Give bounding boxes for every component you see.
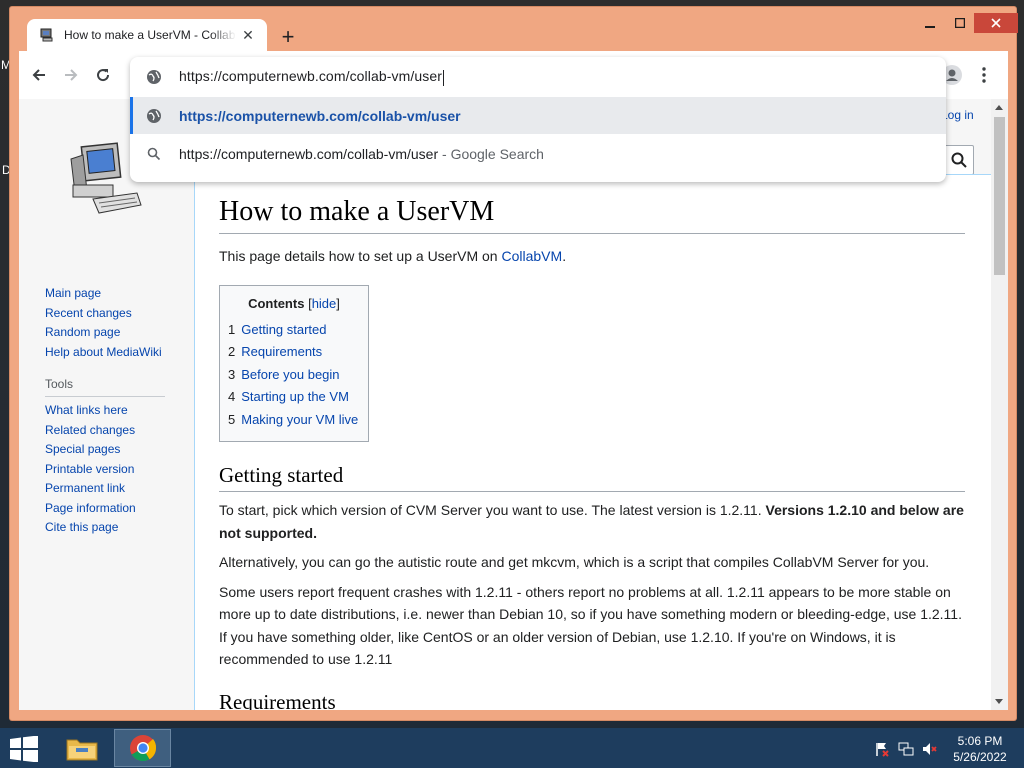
volume-muted-icon[interactable] [922,741,938,757]
back-button[interactable] [27,63,51,87]
forward-button[interactable] [59,63,83,87]
article-content: How to make a UserVM This page details h… [194,174,991,710]
collabvm-link[interactable]: CollabVM [501,248,562,264]
browser-tab[interactable]: How to make a UserVM - CollabVM ✕ [27,19,267,51]
network-icon[interactable] [898,741,914,757]
toc-item[interactable]: 3 Before you begin [228,367,340,382]
toc-item-number: 2 [228,344,236,359]
omnibox-suggestion-search[interactable]: https://computernewb.com/collab-vm/user … [130,135,946,172]
taskbar: 5:06 PM 5/26/2022 [0,728,1024,768]
section-heading: Getting started [219,462,965,492]
toc-item[interactable]: 1 Getting started [228,322,327,337]
address-input[interactable]: https://computernewb.com/collab-vm/user [179,68,445,86]
page-title: How to make a UserVM [219,195,965,234]
suggestion-engine: Google Search [450,145,544,162]
tab-strip: How to make a UserVM - CollabVM ✕ + [19,9,1018,51]
address-input-value: https://computernewb.com/collab-vm/user [179,68,443,85]
maximize-button[interactable] [945,13,975,33]
scroll-up-arrow-icon[interactable] [995,105,1003,110]
suggestion-text: https://computernewb.com/collab-vm/user … [179,146,544,162]
chrome-taskbar-icon[interactable] [114,729,171,767]
menu-kebab-icon[interactable] [972,63,996,87]
toc-item[interactable]: 4 Starting up the VM [228,389,349,404]
globe-icon [146,108,162,124]
close-tab-icon[interactable]: ✕ [240,27,256,43]
sidebar-link-main-page[interactable]: Main page [45,284,195,304]
browser-window: How to make a UserVM - CollabVM ✕ + Log … [10,7,1018,720]
section-heading: Requirements [219,689,965,710]
computer-favicon-icon [39,27,55,43]
section-getting-started: Getting started To start, pick which ver… [219,462,965,671]
toc-item-label: Making your VM live [241,412,359,427]
sidebar-link-help[interactable]: Help about MediaWiki [45,343,195,363]
toc-item[interactable]: 2 Requirements [228,344,322,359]
toc-item-number: 5 [228,412,236,427]
sidebar-link-random-page[interactable]: Random page [45,323,195,343]
omnibox-dropdown: https://computernewb.com/collab-vm/user … [130,57,946,182]
minimize-button[interactable] [915,13,945,33]
page-viewport: Log in ki Main page Recent [19,99,991,710]
sidebar-link-printable-version[interactable]: Printable version [45,460,195,480]
toc-item[interactable]: 5 Making your VM live [228,412,358,427]
suggestion-query: https://computernewb.com/collab-vm/user [179,145,439,162]
toc-item-number: 3 [228,367,236,382]
scroll-down-arrow-icon[interactable] [995,699,1003,704]
clock-time: 5:06 PM [957,734,1003,748]
file-explorer-icon[interactable] [53,729,110,767]
sidebar-link-recent-changes[interactable]: Recent changes [45,304,195,324]
section-requirements: Requirements [219,689,965,710]
sidebar-link-page-information[interactable]: Page information [45,499,195,519]
toc-header: Contents [hide] [248,296,340,311]
suggestion-separator: - [438,145,451,162]
vertical-scrollbar[interactable] [991,99,1008,710]
paragraph: Some users report frequent crashes with … [219,583,962,668]
suggestion-text: https://computernewb.com/collab-vm/user [179,107,461,124]
paragraph: Alternatively, you can go the autistic r… [219,554,930,570]
close-window-button[interactable] [974,13,1018,33]
toc-item-label: Requirements [241,344,323,359]
new-tab-button[interactable]: + [277,26,299,49]
reload-button[interactable] [91,63,115,87]
intro-text: This page details how to set up a UserVM… [219,248,502,264]
address-bar[interactable]: https://computernewb.com/collab-vm/user [130,57,946,97]
sidebar-link-related-changes[interactable]: Related changes [45,421,195,441]
search-icon[interactable] [950,151,968,169]
toc-item-number: 4 [228,389,236,404]
windows-start-icon[interactable] [9,735,39,763]
toc-item-number: 1 [228,322,236,337]
action-center-flag-icon[interactable] [874,741,890,757]
sidebar-link-what-links-here[interactable]: What links here [45,401,195,421]
omnibox-suggestion-url[interactable]: https://computernewb.com/collab-vm/user [130,97,946,134]
intro-paragraph: This page details how to set up a UserVM… [219,245,965,268]
sidebar-link-special-pages[interactable]: Special pages [45,440,195,460]
tab-title: How to make a UserVM - CollabVM [64,28,236,42]
scrollbar-thumb[interactable] [994,117,1005,275]
paragraph-text: To start, pick which version of CVM Serv… [219,502,766,518]
system-clock[interactable]: 5:06 PM 5/26/2022 [944,733,1016,765]
sidebar-link-permanent-link[interactable]: Permanent link [45,479,195,499]
sidebar-tools-heading: Tools [45,377,165,397]
clock-date: 5/26/2022 [953,750,1007,764]
toc-hide-link[interactable]: hide [312,296,337,311]
sidebar-link-cite-this-page[interactable]: Cite this page [45,518,195,538]
toc-title: Contents [248,296,305,311]
text-caret [443,69,445,86]
intro-period: . [562,248,567,264]
toc-item-label: Starting up the VM [241,389,349,404]
toc-item-label: Before you begin [241,367,340,382]
toc-item-label: Getting started [241,322,327,337]
table-of-contents: Contents [hide] 1 Getting started 2 Requir… [219,285,369,442]
paragraph: To start, pick which version of CVM Serv… [219,499,965,544]
sidebar: Main page Recent changes Random page Hel… [45,284,195,538]
search-icon [146,146,162,162]
globe-icon [146,69,162,85]
